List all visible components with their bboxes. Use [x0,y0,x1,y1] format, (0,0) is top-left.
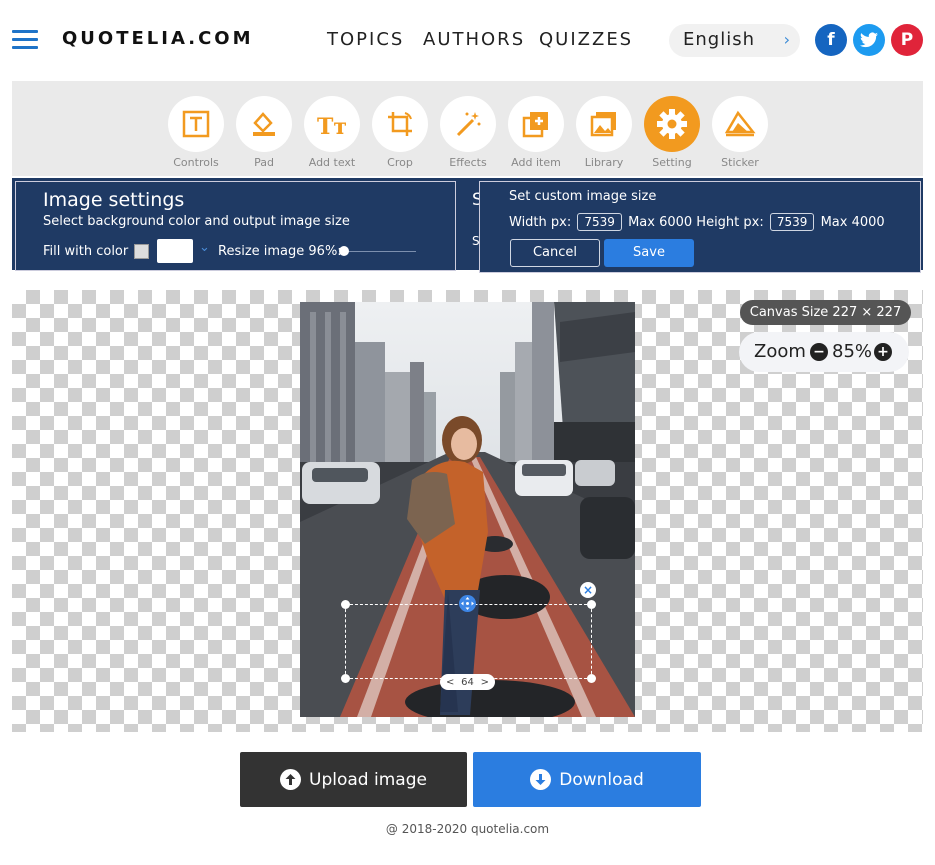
canvas-size-badge: Canvas Size 227 × 227 px [740,300,911,345]
fill-color-label: Fill with color [43,244,129,259]
resize-handle[interactable] [341,600,350,609]
zoom-control: Zoom − 85% + [739,332,909,372]
upload-label: Upload image [309,769,427,790]
width-max: Max 6000 [628,215,693,230]
chevron-right-icon[interactable]: > [481,677,489,688]
fill-color-checkbox[interactable] [134,244,149,259]
resize-slider-track[interactable] [340,251,416,252]
twitter-icon[interactable] [853,24,885,56]
chevron-down-icon[interactable]: ⌄ [199,240,210,255]
tool-label: Add text [308,156,356,169]
tool-label: Add item [511,156,561,169]
tool-crop[interactable]: Crop [371,96,429,169]
zoom-out-icon[interactable]: − [810,343,828,361]
nav-authors[interactable]: AUTHORS [423,29,525,50]
site-logo[interactable]: QUOTELIA.COM [62,28,254,49]
add-text-icon: Tт [317,114,347,139]
download-button[interactable]: Download [473,752,701,807]
selection-value: 64 [461,676,474,688]
crop-icon [388,112,412,136]
svg-text:Tт: Tт [317,114,347,139]
upload-icon [280,769,302,790]
hamburger-menu-icon[interactable] [12,30,38,50]
panel-title: Image settings [43,189,185,211]
cancel-button[interactable]: Cancel [510,239,600,267]
footer-copyright: @ 2018-2020 quotelia.com [385,822,550,836]
width-label: Width px: [509,215,572,230]
tool-library[interactable]: Library [575,96,633,169]
pinterest-icon[interactable]: P [891,24,923,56]
upload-image-button[interactable]: Upload image [240,752,467,807]
tool-label: Sticker [721,156,759,169]
language-selector[interactable]: English › [669,24,800,57]
tool-label: Effects [449,156,487,169]
setting-icon [657,109,687,139]
download-icon [530,769,552,790]
controls-icon [182,110,210,138]
tool-label: Controls [173,156,219,169]
selection-box[interactable] [341,600,596,683]
selection-value-pill: < 64 > [440,674,495,690]
download-label: Download [559,769,644,790]
tool-add-item[interactable]: Add item [507,96,565,169]
tool-label: Library [584,156,624,169]
facebook-icon[interactable]: f [815,24,847,56]
panel-title: Set custom image size [509,189,657,204]
tool-label: Setting [652,156,692,169]
resize-handle[interactable] [587,674,596,683]
tool-sticker[interactable]: Sticker [711,96,769,169]
tool-effects[interactable]: Effects [439,96,497,169]
tool-label: Pad [254,156,274,169]
tool-pad[interactable]: Pad [235,96,293,169]
size-inputs-row: Width px: 7539 Max 6000 Height px: 7539 … [509,213,885,231]
resize-handle[interactable] [341,674,350,683]
panel-subtitle: Select background color and output image… [43,214,350,229]
add-item-icon [522,112,548,138]
sticker-icon [724,110,756,137]
pad-icon [253,112,275,136]
width-input[interactable]: 7539 [577,213,622,231]
chevron-left-icon[interactable]: < [446,677,454,688]
zoom-in-icon[interactable]: + [874,343,892,361]
chevron-right-icon: › [783,30,790,49]
resize-slider-handle[interactable] [339,246,349,256]
library-icon [590,112,616,137]
tool-add-text[interactable]: Tт Add text [303,96,361,169]
editor-toolbar: Controls Pad Tт Add text Crop Effects Ad… [12,81,923,176]
height-max: Max 4000 [820,215,885,230]
zoom-label: Zoom [754,341,806,362]
color-swatch[interactable] [157,239,193,263]
tool-controls[interactable]: Controls [167,96,225,169]
custom-size-panel: Set custom image size Width px: 7539 Max… [479,181,921,273]
move-icon[interactable] [459,595,476,612]
image-settings-panel: Image settings Select background color a… [15,181,456,271]
tool-label: Crop [387,156,413,169]
height-input[interactable]: 7539 [769,213,815,231]
nav-quizzes[interactable]: QUIZZES [539,29,633,50]
tool-setting[interactable]: Setting [643,96,701,169]
effects-icon [456,112,481,137]
save-button[interactable]: Save [604,239,694,267]
close-icon[interactable]: × [580,582,596,598]
nav-topics[interactable]: TOPICS [327,29,404,50]
zoom-value: 85% [832,341,873,362]
resize-label: Resize image 96%: [218,244,342,259]
resize-handle[interactable] [587,600,596,609]
height-label: Height px: [696,215,764,230]
language-label: English [683,29,755,50]
